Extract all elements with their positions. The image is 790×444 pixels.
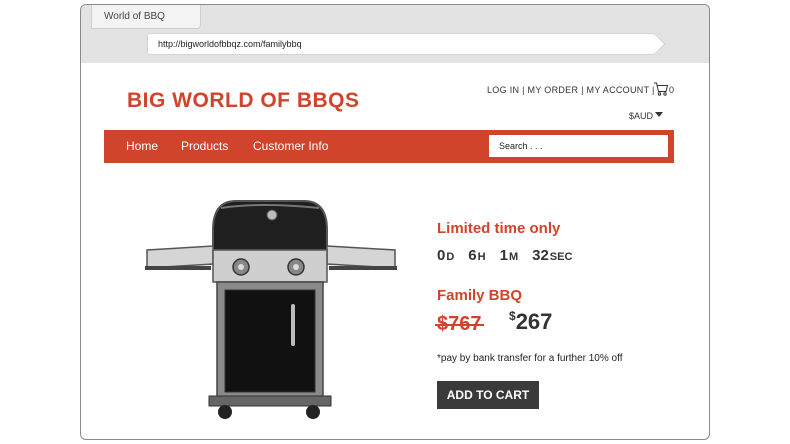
nav-item-home[interactable]: Home xyxy=(126,139,158,153)
tab-title: World of BBQ xyxy=(104,11,165,22)
price-strikethrough xyxy=(435,324,484,326)
countdown-minutes: 1M xyxy=(499,247,519,264)
address-bar-arrow-inner xyxy=(654,34,664,54)
cart-count: 0 xyxy=(669,85,675,95)
main-nav: Home Products Customer Info xyxy=(104,130,674,163)
promo-heading: Limited time only xyxy=(437,220,561,237)
browser-chrome: World of BBQ http://bigworldofbbqz.com/f… xyxy=(81,5,709,63)
bbq-grill-image xyxy=(145,200,397,419)
url-text: http://bigworldofbbqz.com/familybbq xyxy=(158,39,302,49)
address-bar[interactable]: http://bigworldofbbqz.com/familybbq xyxy=(147,33,655,55)
currency-selector[interactable]: $AUD xyxy=(629,111,653,121)
payment-note: *pay by bank transfer for a further 10% … xyxy=(437,353,623,364)
nav-item-customer-info[interactable]: Customer Info xyxy=(253,139,328,153)
product-name: Family BBQ xyxy=(437,287,523,304)
nav-item-products[interactable]: Products xyxy=(181,139,228,153)
chevron-down-icon[interactable] xyxy=(655,112,663,117)
countdown-seconds: 32 SEC xyxy=(532,247,573,264)
countdown-timer: 0D 6H 1M 32 SEC xyxy=(437,247,572,264)
sale-price: $267 xyxy=(509,309,553,334)
account-links[interactable]: LOG IN | MY ORDER | MY ACCOUNT | xyxy=(487,85,655,95)
countdown-hours: 6H xyxy=(468,247,486,264)
browser-tab[interactable]: World of BBQ xyxy=(91,5,201,29)
shopping-cart-icon[interactable] xyxy=(653,81,669,97)
browser-window: World of BBQ http://bigworldofbbqz.com/f… xyxy=(80,4,710,440)
site-logo[interactable]: BIG WORLD OF BBQS xyxy=(127,89,360,113)
countdown-days: 0D xyxy=(437,247,455,264)
add-to-cart-button[interactable]: ADD TO CART xyxy=(437,381,539,409)
original-price: $767 xyxy=(435,313,484,335)
search-input[interactable] xyxy=(489,135,668,157)
